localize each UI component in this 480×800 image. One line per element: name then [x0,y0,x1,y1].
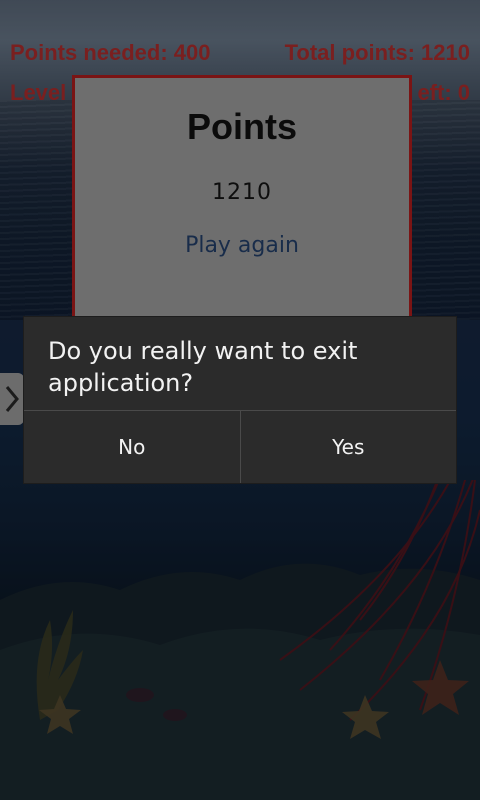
play-again-link[interactable]: Play again [75,233,409,258]
yes-button[interactable]: Yes [239,411,457,483]
dialog-button-bar: No Yes [24,411,456,483]
chevron-right-icon [5,386,19,412]
points-result-panel: Points 1210 Play again [72,75,412,335]
points-value: 1210 [212,180,272,205]
level-label: Level [10,80,67,105]
exit-confirm-dialog: Do you really want to exit application? … [24,317,456,483]
moves-left-label: eft: 0 [417,80,470,105]
points-needed-label: Points needed: 400 [10,40,211,65]
points-title: Points [186,106,297,147]
total-points-label: Total points: 1210 [284,40,470,65]
game-screen: Points needed: 400 Total points: 1210 Le… [0,0,480,800]
no-button[interactable]: No [24,411,240,483]
side-drawer-tab[interactable] [0,373,24,425]
dialog-message: Do you really want to exit application? [48,337,358,397]
